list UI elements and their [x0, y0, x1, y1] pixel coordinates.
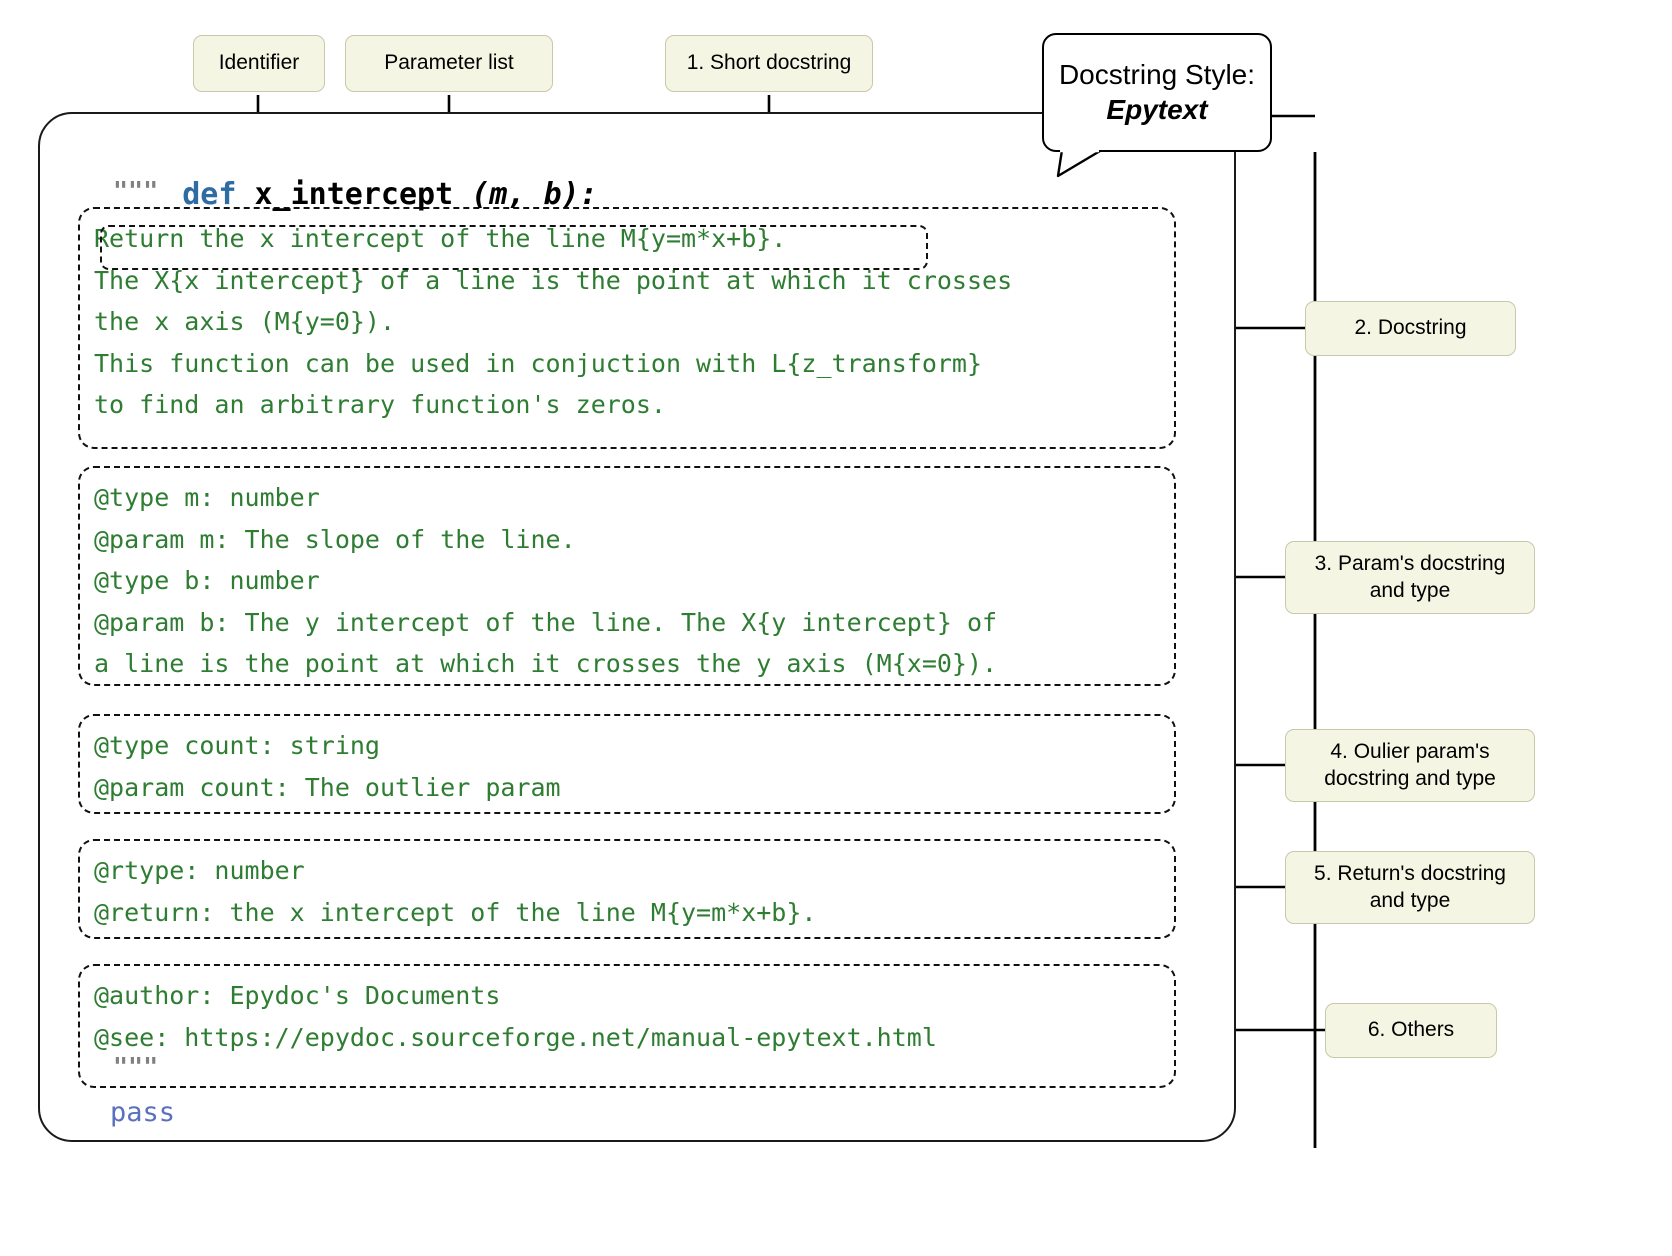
short-docstring-highlight — [100, 225, 928, 270]
pass-statement: pass — [110, 1097, 176, 1128]
docstring-style-title: Docstring Style: — [1058, 59, 1256, 91]
others-line: @author: Epydoc's Documents — [94, 981, 501, 1010]
outlier-line: @type count: string — [94, 731, 380, 760]
others-line: @see: https://epydoc.sourceforge.net/man… — [94, 1022, 937, 1052]
annotation-short-docstring-label: 1. Short docstring — [686, 51, 852, 75]
docstring-line: the x axis (M{y=0}). — [94, 307, 396, 336]
param-line: @type b: number — [94, 566, 320, 595]
return-docstring-block: @rtype: number @return: the x intercept … — [78, 839, 1176, 939]
annotation-others-label: 6. Others — [1367, 1018, 1455, 1042]
outlier-line: @param count: The outlier param — [94, 772, 561, 802]
outlier-param-block: @type count: string @param count: The ou… — [78, 714, 1176, 814]
param-line: @param m: The slope of the line. — [94, 524, 576, 554]
annotation-outlier-param-label: 4. Oulier param's docstring and type — [1324, 739, 1496, 790]
annotation-short-docstring[interactable]: 1. Short docstring — [665, 35, 873, 92]
annotation-outlier-param[interactable]: 4. Oulier param's docstring and type — [1285, 729, 1535, 802]
annotation-docstring[interactable]: 2. Docstring — [1305, 301, 1516, 356]
diagram-canvas: Identifier Parameter list 1. Short docst… — [0, 0, 1672, 1256]
docstring-line: to find an arbitrary function's zeros. — [94, 390, 666, 419]
annotation-identifier[interactable]: Identifier — [193, 35, 325, 92]
function-name: x_intercept — [254, 177, 454, 212]
param-line: @type m: number — [94, 483, 320, 512]
annotation-docstring-label: 2. Docstring — [1354, 316, 1467, 340]
parameter-list: (m, b): — [471, 177, 598, 212]
annotation-identifier-label: Identifier — [218, 51, 300, 75]
param-line: a line is the point at which it crosses … — [94, 649, 998, 678]
annotation-parameter-list[interactable]: Parameter list — [345, 35, 553, 92]
triple-quote-open: """ — [113, 176, 159, 205]
docstring-style-bubble: Docstring Style: Epytext — [1042, 33, 1272, 152]
return-line: @return: the x intercept of the line M{y… — [94, 897, 817, 927]
annotation-others[interactable]: 6. Others — [1325, 1003, 1497, 1058]
param-line: @param b: The y intercept of the line. T… — [94, 607, 998, 637]
docstring-style-name: Epytext — [1106, 93, 1208, 125]
docstring-line: This function can be used in conjuction … — [94, 348, 983, 378]
annotation-param-docstring-label: 3. Param's docstring and type — [1314, 551, 1506, 602]
annotation-return-docstring[interactable]: 5. Return's docstring and type — [1285, 851, 1535, 924]
annotation-parameter-list-label: Parameter list — [384, 51, 514, 75]
keyword-def: def — [182, 177, 237, 212]
triple-quote-close: """ — [113, 1052, 159, 1081]
param-docstring-block: @type m: number @param m: The slope of t… — [78, 466, 1176, 686]
annotation-param-docstring[interactable]: 3. Param's docstring and type — [1285, 541, 1535, 614]
return-line: @rtype: number — [94, 856, 305, 885]
annotation-return-docstring-label: 5. Return's docstring and type — [1314, 861, 1506, 912]
others-block: @author: Epydoc's Documents @see: https:… — [78, 964, 1176, 1088]
